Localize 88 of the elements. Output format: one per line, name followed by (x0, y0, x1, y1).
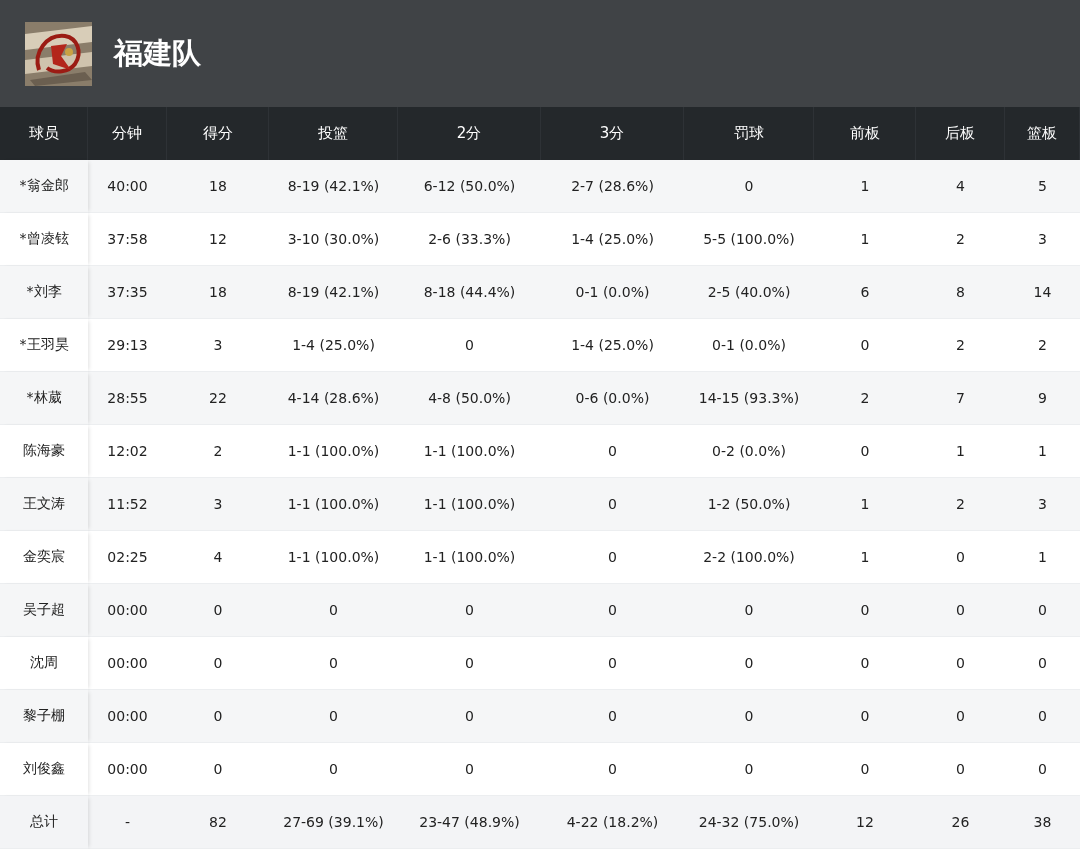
player-name: 沈周 (0, 637, 88, 690)
table-cell: 0 (269, 584, 398, 637)
table-cell: 6 (814, 266, 916, 319)
player-name: 陈海豪 (0, 425, 88, 478)
table-cell: 4-8 (50.0%) (398, 372, 541, 425)
table-cell: 0 (1005, 690, 1080, 743)
column-header[interactable]: 前板 (814, 107, 916, 160)
table-cell: 1-2 (50.0%) (684, 478, 814, 531)
player-name: *翁金郎 (0, 160, 88, 213)
table-cell: 2 (814, 372, 916, 425)
table-cell: 0 (167, 584, 269, 637)
table-cell: 22 (167, 372, 269, 425)
table-cell: 2-5 (40.0%) (684, 266, 814, 319)
table-cell: 1-1 (100.0%) (269, 478, 398, 531)
total-cell: 82 (167, 796, 269, 849)
table-cell: 00:00 (88, 584, 167, 637)
player-name: 吴子超 (0, 584, 88, 637)
table-cell: 0 (814, 584, 916, 637)
table-cell: 3 (167, 478, 269, 531)
column-header[interactable]: 投篮 (269, 107, 398, 160)
table-cell: 8-19 (42.1%) (269, 160, 398, 213)
table-cell: 9 (1005, 372, 1080, 425)
table-cell: 0-1 (0.0%) (541, 266, 684, 319)
player-name: 刘俊鑫 (0, 743, 88, 796)
table-cell: 8-18 (44.4%) (398, 266, 541, 319)
table-cell: 0 (269, 690, 398, 743)
table-cell: 0 (916, 690, 1005, 743)
player-name: *王羽昊 (0, 319, 88, 372)
table-cell: 1 (814, 478, 916, 531)
total-cell: 总计 (0, 796, 88, 849)
table-cell: 1 (814, 160, 916, 213)
table-cell: 11:52 (88, 478, 167, 531)
table-cell: 5 (1005, 160, 1080, 213)
column-header[interactable]: 篮板 (1005, 107, 1080, 160)
column-header[interactable]: 2分 (398, 107, 541, 160)
table-cell: 2 (916, 478, 1005, 531)
table-cell: 18 (167, 266, 269, 319)
table-cell: 1-1 (100.0%) (398, 478, 541, 531)
table-cell: 0 (684, 690, 814, 743)
table-cell: 00:00 (88, 690, 167, 743)
table-cell: 0 (814, 690, 916, 743)
player-name: 金奕宸 (0, 531, 88, 584)
table-cell: 8-19 (42.1%) (269, 266, 398, 319)
table-cell: 0 (398, 690, 541, 743)
table-cell: 14 (1005, 266, 1080, 319)
table-cell: 0 (167, 690, 269, 743)
table-cell: 8 (916, 266, 1005, 319)
column-header[interactable]: 球员 (0, 107, 88, 160)
table-cell: 28:55 (88, 372, 167, 425)
column-header[interactable]: 分钟 (88, 107, 167, 160)
column-header[interactable]: 3分 (541, 107, 684, 160)
column-header[interactable]: 罚球 (684, 107, 814, 160)
table-cell: 0 (398, 584, 541, 637)
total-cell: 27-69 (39.1%) (269, 796, 398, 849)
table-cell: 0 (541, 690, 684, 743)
table-cell: 18 (167, 160, 269, 213)
total-cell: 38 (1005, 796, 1080, 849)
table-cell: 3 (1005, 478, 1080, 531)
table-cell: 0 (916, 584, 1005, 637)
player-name: *曾凌铉 (0, 213, 88, 266)
team-name: 福建队 (114, 34, 201, 72)
column-header[interactable]: 得分 (167, 107, 269, 160)
table-cell: 37:35 (88, 266, 167, 319)
total-cell: - (88, 796, 167, 849)
table-cell: 7 (916, 372, 1005, 425)
table-cell: 0-6 (0.0%) (541, 372, 684, 425)
total-cell: 4-22 (18.2%) (541, 796, 684, 849)
column-header[interactable]: 后板 (916, 107, 1005, 160)
table-cell: 4 (916, 160, 1005, 213)
total-cell: 12 (814, 796, 916, 849)
player-name: *林葳 (0, 372, 88, 425)
table-cell: 0 (684, 584, 814, 637)
total-cell: 26 (916, 796, 1005, 849)
player-name: 黎子棚 (0, 690, 88, 743)
table-cell: 4-14 (28.6%) (269, 372, 398, 425)
table-cell: 0 (684, 160, 814, 213)
team-logo-icon (25, 21, 92, 86)
total-cell: 23-47 (48.9%) (398, 796, 541, 849)
player-name: 王文涛 (0, 478, 88, 531)
table-cell: 2-7 (28.6%) (541, 160, 684, 213)
table-cell: 6-12 (50.0%) (398, 160, 541, 213)
total-cell: 24-32 (75.0%) (684, 796, 814, 849)
player-name: *刘李 (0, 266, 88, 319)
table-cell: 0 (541, 584, 684, 637)
table-cell: 40:00 (88, 160, 167, 213)
table-cell: 0 (1005, 584, 1080, 637)
table-cell: 0 (541, 478, 684, 531)
table-cell: 14-15 (93.3%) (684, 372, 814, 425)
